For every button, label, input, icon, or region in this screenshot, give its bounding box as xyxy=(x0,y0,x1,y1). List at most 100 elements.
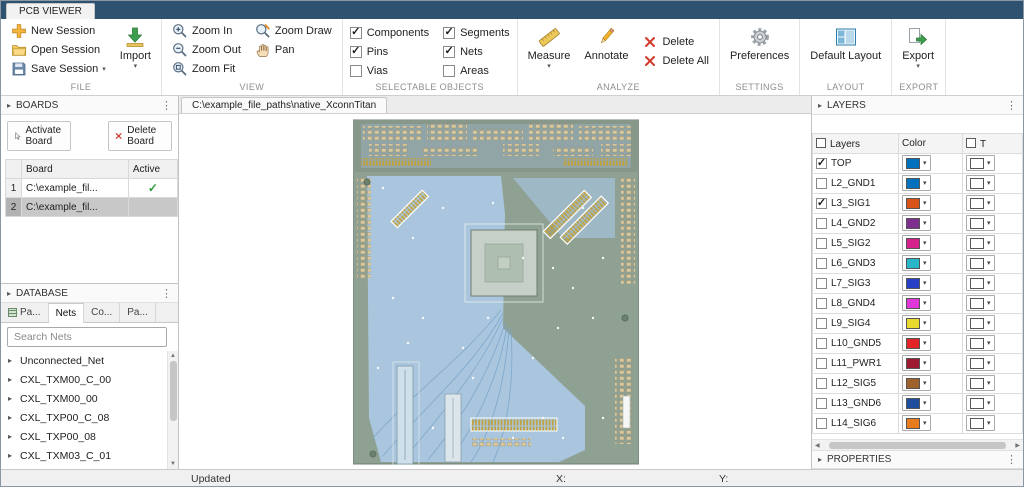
layer-color-dropdown[interactable]: ▾ xyxy=(902,355,931,371)
layer-extra-dropdown[interactable]: ▾ xyxy=(966,375,995,391)
layer-row[interactable]: L12_SIG5▾▾ xyxy=(813,374,1023,394)
menu-dots-icon[interactable]: ⋮ xyxy=(161,99,172,112)
layer-visibility-checkbox[interactable] xyxy=(816,318,827,329)
expand-arrow-icon[interactable]: ▸ xyxy=(8,394,16,403)
layer-extra-dropdown[interactable]: ▾ xyxy=(966,235,995,251)
layer-color-dropdown[interactable]: ▾ xyxy=(902,255,931,271)
zoom-out-button[interactable]: Zoom Out xyxy=(169,41,244,59)
boards-panel-header[interactable]: ▸ BOARDS ⋮ xyxy=(1,96,178,115)
layer-extra-dropdown[interactable]: ▾ xyxy=(966,195,995,211)
database-tab-0[interactable]: Pa... xyxy=(1,303,49,322)
layer-visibility-checkbox[interactable] xyxy=(816,278,827,289)
database-panel-header[interactable]: ▸ DATABASE ⋮ xyxy=(1,284,178,303)
layer-row[interactable]: L8_GND4▾▾ xyxy=(813,294,1023,314)
layer-visibility-checkbox[interactable] xyxy=(816,338,827,349)
expand-arrow-icon[interactable]: ▸ xyxy=(8,356,16,365)
layer-extra-dropdown[interactable]: ▾ xyxy=(966,415,995,431)
layer-extra-dropdown[interactable]: ▾ xyxy=(966,275,995,291)
net-tree-item[interactable]: ▸CXL_TXM00_C_00 xyxy=(1,370,167,389)
layer-extra-dropdown[interactable]: ▾ xyxy=(966,315,995,331)
database-tab-2[interactable]: Co... xyxy=(84,303,120,322)
chevron-down-icon[interactable]: ▾ xyxy=(134,63,138,70)
menu-dots-icon[interactable]: ⋮ xyxy=(161,287,172,300)
layer-color-dropdown[interactable]: ▾ xyxy=(902,415,931,431)
preferences-button[interactable]: Preferences xyxy=(727,22,792,81)
layer-extra-dropdown[interactable]: ▾ xyxy=(966,175,995,191)
layer-color-dropdown[interactable]: ▾ xyxy=(902,215,931,231)
pan-button[interactable]: Pan xyxy=(252,41,335,59)
selectable-areas-checkbox[interactable]: Areas xyxy=(443,62,510,79)
chevron-down-icon[interactable]: ▾ xyxy=(102,66,106,73)
layer-row[interactable]: L13_GND6▾▾ xyxy=(813,394,1023,414)
selectable-components-checkbox[interactable]: Components xyxy=(350,24,429,41)
layer-extra-dropdown[interactable]: ▾ xyxy=(966,355,995,371)
expand-arrow-icon[interactable]: ▸ xyxy=(8,451,16,460)
delete-button[interactable]: Delete xyxy=(639,33,711,51)
selectable-segments-checkbox[interactable]: Segments xyxy=(443,24,510,41)
checkbox-icon[interactable] xyxy=(350,65,362,77)
layer-color-dropdown[interactable]: ▾ xyxy=(902,235,931,251)
layer-extra-dropdown[interactable]: ▾ xyxy=(966,215,995,231)
expand-arrow-icon[interactable]: ▸ xyxy=(8,432,16,441)
boards-col-active[interactable]: Active xyxy=(128,160,177,179)
selectable-nets-checkbox[interactable]: Nets xyxy=(443,43,510,60)
layer-extra-dropdown[interactable]: ▾ xyxy=(966,295,995,311)
import-button[interactable]: Import ▾ xyxy=(117,22,154,81)
checkbox-icon[interactable] xyxy=(443,27,455,39)
layer-color-dropdown[interactable]: ▾ xyxy=(902,175,931,191)
menu-dots-icon[interactable]: ⋮ xyxy=(1006,453,1017,466)
layer-extra-dropdown[interactable]: ▾ xyxy=(966,335,995,351)
expand-arrow-icon[interactable]: ▸ xyxy=(8,375,16,384)
layer-row[interactable]: L5_SIG2▾▾ xyxy=(813,234,1023,254)
layer-row[interactable]: L3_SIG1▾▾ xyxy=(813,194,1023,214)
chevron-down-icon[interactable]: ▾ xyxy=(547,63,551,70)
checkbox-icon[interactable] xyxy=(443,46,455,58)
checkbox-icon[interactable] xyxy=(350,46,362,58)
annotate-button[interactable]: Annotate xyxy=(581,22,631,81)
delete-board-button[interactable]: Delete Board xyxy=(108,121,172,151)
export-button[interactable]: Export ▾ xyxy=(899,22,937,81)
properties-panel-header[interactable]: ▸ PROPERTIES ⋮ xyxy=(812,450,1023,469)
tab-pcb-viewer[interactable]: PCB VIEWER xyxy=(6,3,95,19)
layer-visibility-checkbox[interactable] xyxy=(816,418,827,429)
layer-visibility-checkbox[interactable] xyxy=(816,158,827,169)
layer-color-dropdown[interactable]: ▾ xyxy=(902,375,931,391)
layer-row[interactable]: TOP▾▾ xyxy=(813,154,1023,174)
net-tree-item[interactable]: ▸CXL_TXP00_08 xyxy=(1,427,167,446)
board-row[interactable]: 1C:\example_fil...✓ xyxy=(6,179,178,198)
database-tab-3[interactable]: Pa... xyxy=(120,303,156,322)
scroll-up-icon[interactable]: ▲ xyxy=(170,351,176,361)
layer-row[interactable]: L9_SIG4▾▾ xyxy=(813,314,1023,334)
net-tree-item[interactable]: ▸CXL_TXM00_00 xyxy=(1,389,167,408)
zoom-in-button[interactable]: Zoom In xyxy=(169,22,244,40)
scroll-right-icon[interactable]: ▶ xyxy=(1012,442,1023,449)
layer-row[interactable]: L14_SIG6▾▾ xyxy=(813,414,1023,434)
expand-arrow-icon[interactable]: ▸ xyxy=(8,413,16,422)
net-tree-item[interactable]: ▸CXL_TXP00_C_08 xyxy=(1,408,167,427)
scroll-left-icon[interactable]: ◀ xyxy=(812,442,823,449)
delete-all-button[interactable]: Delete All xyxy=(639,52,711,70)
layer-visibility-checkbox[interactable] xyxy=(816,238,827,249)
measure-button[interactable]: Measure ▾ xyxy=(525,22,574,81)
layer-visibility-checkbox[interactable] xyxy=(816,178,827,189)
layer-row[interactable]: L6_GND3▾▾ xyxy=(813,254,1023,274)
layer-color-dropdown[interactable]: ▾ xyxy=(902,275,931,291)
scrollbar-thumb[interactable] xyxy=(170,361,177,421)
layer-row[interactable]: L2_GND1▾▾ xyxy=(813,174,1023,194)
collapse-arrow-icon[interactable]: ▸ xyxy=(7,101,11,110)
layers-panel-header[interactable]: ▸ LAYERS ⋮ xyxy=(812,96,1023,115)
layer-visibility-checkbox[interactable] xyxy=(816,378,827,389)
collapse-arrow-icon[interactable]: ▸ xyxy=(818,455,822,464)
zoom-draw-button[interactable]: Zoom Draw xyxy=(252,22,335,40)
collapse-arrow-icon[interactable]: ▸ xyxy=(7,289,11,298)
board-row[interactable]: 2C:\example_fil... xyxy=(6,198,178,217)
zoom-fit-button[interactable]: Zoom Fit xyxy=(169,60,244,78)
layer-extra-dropdown[interactable]: ▾ xyxy=(966,395,995,411)
pcb-canvas[interactable] xyxy=(179,114,811,469)
layer-row[interactable]: L10_GND5▾▾ xyxy=(813,334,1023,354)
layers-hscrollbar[interactable]: ◀ ▶ xyxy=(812,439,1023,450)
layers-col-third[interactable]: T xyxy=(963,134,1023,154)
save-session-button[interactable]: Save Session ▾ xyxy=(8,60,109,78)
chevron-down-icon[interactable]: ▾ xyxy=(916,63,920,70)
layer-color-dropdown[interactable]: ▾ xyxy=(902,195,931,211)
